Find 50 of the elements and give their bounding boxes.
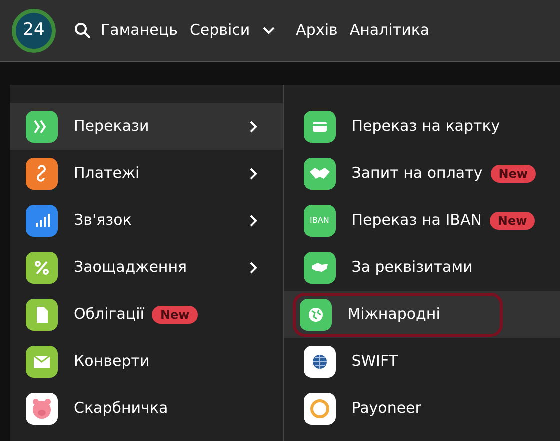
document-icon bbox=[26, 298, 58, 330]
ring-icon bbox=[304, 392, 336, 424]
submenu-item[interactable]: SWIFT bbox=[284, 338, 560, 385]
category-label: Платежі bbox=[74, 163, 140, 184]
category-item[interactable]: Зв'язок bbox=[10, 197, 283, 244]
category-label: Скарбничка bbox=[74, 398, 168, 420]
new-badge: New bbox=[152, 306, 198, 324]
globe-icon bbox=[300, 298, 332, 330]
payment-icon bbox=[26, 158, 58, 190]
category-item[interactable]: Скарбничка bbox=[10, 385, 283, 432]
submenu-label: Міжнародні bbox=[348, 304, 440, 326]
transfer-icon bbox=[26, 110, 58, 142]
new-badge: New bbox=[490, 212, 536, 230]
nav-link[interactable]: Аналітика bbox=[350, 19, 430, 42]
percent-icon bbox=[26, 252, 58, 284]
logo[interactable]: 24 bbox=[12, 8, 56, 52]
category-label: Облігації bbox=[74, 304, 144, 326]
submenu-item[interactable]: Payoneer bbox=[284, 385, 560, 432]
category-item[interactable]: Конверти bbox=[10, 338, 283, 385]
card-icon bbox=[304, 110, 336, 142]
category-item[interactable]: Перекази bbox=[10, 103, 283, 150]
submenu-label: SWIFT bbox=[352, 351, 398, 372]
submenu-item[interactable]: Міжнародні bbox=[284, 291, 560, 338]
submenu-item[interactable]: За реквізитами bbox=[284, 244, 560, 291]
piggy-icon bbox=[26, 392, 58, 424]
submenu-item[interactable]: IBAN Переказ на IBAN New bbox=[284, 197, 560, 244]
nav-link[interactable]: Сервіси bbox=[190, 19, 276, 42]
category-item[interactable]: Облігації New bbox=[10, 291, 283, 338]
submenu-label: Payoneer bbox=[352, 398, 422, 420]
submenu-label: Переказ на картку bbox=[352, 116, 500, 138]
category-label: Конверти bbox=[74, 351, 150, 372]
submenu-label: За реквізитами bbox=[352, 257, 473, 278]
submenu-item[interactable]: Переказ на картку bbox=[284, 103, 560, 150]
category-item[interactable]: Заощадження bbox=[10, 244, 283, 291]
category-label: Перекази bbox=[74, 116, 150, 138]
chevron-down-icon bbox=[262, 26, 276, 36]
category-label: Зв'язок bbox=[74, 210, 132, 232]
submenu-item[interactable]: Запит на оплату New bbox=[284, 150, 560, 197]
search-icon[interactable] bbox=[74, 22, 92, 40]
category-item[interactable]: Платежі bbox=[10, 150, 283, 197]
signal-icon bbox=[26, 204, 58, 236]
new-badge: New bbox=[490, 164, 536, 182]
nav-link[interactable]: Гаманець bbox=[101, 19, 178, 42]
submenu-label: Переказ на IBAN bbox=[352, 210, 482, 232]
submenu-label: Запит на оплату bbox=[352, 163, 483, 184]
swift-icon bbox=[304, 346, 336, 378]
category-label: Заощадження bbox=[74, 257, 188, 278]
envelope-icon bbox=[26, 346, 58, 378]
iban-icon: IBAN bbox=[304, 204, 336, 236]
nav-link[interactable]: Архів bbox=[296, 19, 338, 42]
